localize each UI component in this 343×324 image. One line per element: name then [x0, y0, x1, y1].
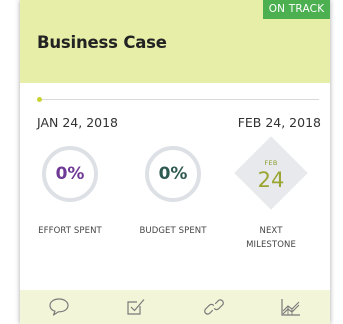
comment-icon — [49, 298, 69, 316]
next-milestone-label-line2: MILESTONE — [246, 240, 296, 250]
card-footer-toolbar — [20, 290, 330, 324]
link-icon — [203, 299, 224, 315]
start-date: JAN 24, 2018 — [37, 115, 119, 130]
next-milestone-label: NEXT MILESTONE — [226, 224, 316, 252]
budget-spent-label: BUDGET SPENT — [139, 226, 207, 236]
next-milestone-label-line1: NEXT — [259, 226, 283, 236]
effort-spent-ring: 0% — [42, 146, 98, 202]
links-button[interactable] — [175, 290, 253, 324]
effort-spent-label: EFFORT SPENT — [38, 226, 102, 236]
milestone-day: 24 — [257, 168, 285, 192]
reports-button[interactable] — [253, 290, 331, 324]
checkbox-icon — [127, 299, 145, 315]
milestone-month: FEB — [264, 159, 278, 167]
budget-spent-ring: 0% — [145, 146, 201, 202]
effort-spent-value: 0% — [55, 164, 85, 184]
tasks-button[interactable] — [98, 290, 176, 324]
comments-button[interactable] — [20, 290, 98, 324]
status-badge: ON TRACK — [263, 0, 330, 19]
chart-icon — [281, 299, 301, 316]
budget-spent-value: 0% — [158, 164, 188, 184]
timeline-progress-dot — [37, 97, 42, 102]
business-case-card: ON TRACK Business Case JAN 24, 2018 FEB … — [20, 0, 330, 324]
timeline-track — [38, 99, 319, 100]
card-header: ON TRACK Business Case — [20, 0, 330, 83]
card-title[interactable]: Business Case — [37, 33, 167, 52]
end-date: FEB 24, 2018 — [237, 115, 321, 130]
